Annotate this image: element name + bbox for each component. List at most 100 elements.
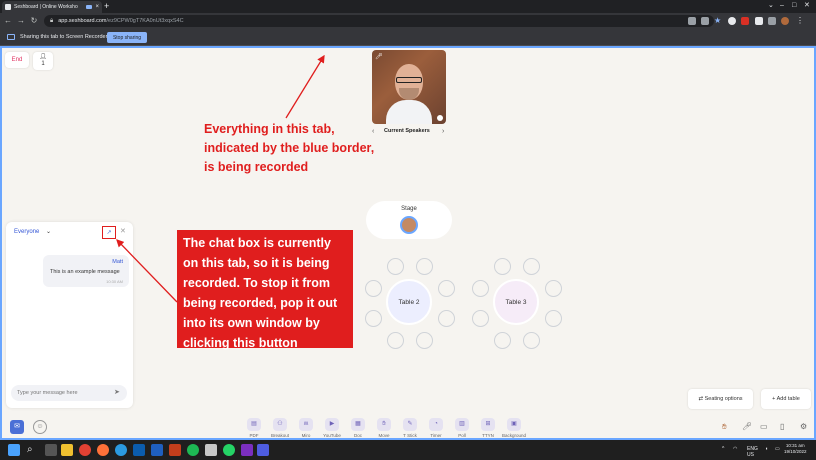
tool-miro[interactable]: ʍ Miro [294,418,318,438]
seat[interactable] [545,310,562,327]
extensions-puzzle-icon[interactable] [755,17,763,25]
seat[interactable] [523,332,540,349]
seat[interactable] [387,332,404,349]
tool-timer[interactable]: ◔ Timer [424,418,448,438]
task-view-icon[interactable] [45,444,57,456]
settings-gear-icon[interactable]: ⚙ [800,422,807,431]
chevron-down-icon[interactable]: ⌄ [768,1,774,11]
participants-button[interactable]: 👤︎ 1 [33,52,53,70]
speaker-status-icon [437,115,443,121]
browser-tab[interactable]: Seshboard | Online Worksho × [2,1,102,13]
chevron-down-icon[interactable]: ⌄ [46,228,51,235]
menu-kebab-icon[interactable]: ⋮ [796,17,804,25]
tool-poll[interactable]: ▥ Poll [450,418,474,438]
seat[interactable] [416,258,433,275]
screen-share-icon [7,34,15,40]
tab-close-icon[interactable]: × [95,4,99,10]
wifi-icon[interactable]: ◠ [733,446,737,452]
tab-title: Seshboard | Online Worksho [14,4,78,10]
seat[interactable] [438,280,455,297]
popout-icon[interactable]: ↗ [102,226,116,239]
chat-message-input[interactable] [11,385,127,401]
window-close-icon[interactable]: ✕ [804,1,810,11]
tool-doc[interactable]: ▦ Doc [346,418,370,438]
emoji-icon[interactable]: ☺ [33,420,47,434]
media-icon[interactable] [768,17,776,25]
seat[interactable] [472,310,489,327]
spotify-icon[interactable] [187,444,199,456]
chat-toggle-icon[interactable]: ✉ [10,420,24,434]
chat-close-icon[interactable]: ✕ [120,227,126,235]
windows-start-icon[interactable] [8,444,20,456]
system-clock[interactable]: 10:31 am 19/10/2022 [784,443,807,455]
tray-chevron-icon[interactable]: ^ [722,446,724,452]
seat[interactable] [365,280,382,297]
tool-tstick[interactable]: ✎ T Stick [398,418,422,438]
seat[interactable] [365,310,382,327]
extension-red-icon[interactable] [741,17,749,25]
notepad-icon[interactable] [205,444,217,456]
video-icon[interactable]: ▯ [780,422,784,431]
chat-panel: Everyone ⌄ ↗ ✕ Matt This is an example m… [6,222,133,408]
screen-share-icon[interactable]: ▭ [760,422,768,431]
seating-options-button[interactable]: ⇄ Seating options [688,389,753,409]
next-speaker-icon[interactable]: › [442,128,444,135]
tool-youtube[interactable]: ▶ YouTube [320,418,344,438]
share-icon[interactable] [701,17,709,25]
seat[interactable] [416,332,433,349]
raise-hand-icon[interactable]: ✋︎ [722,422,727,432]
powerpoint-icon[interactable] [169,444,181,456]
reload-icon[interactable]: ↻ [29,15,39,27]
whatsapp-icon[interactable] [223,444,235,456]
stage-area[interactable]: Stage [366,201,452,239]
chrome-icon[interactable] [79,444,91,456]
tool-breakout[interactable]: ⚇ Breakout [268,418,292,438]
tool-move[interactable]: ✋︎ Move [372,418,396,438]
edge-icon[interactable] [115,444,127,456]
search-icon[interactable]: ⌕ [27,444,39,456]
tool-pdf[interactable]: ▤ PDF [242,418,266,438]
microphone-icon[interactable]: 🎤︎ [742,422,752,431]
tstick-icon: ✎ [403,418,417,431]
new-tab-icon[interactable]: + [104,1,109,12]
bookmark-star-icon[interactable]: ★ [714,17,722,25]
minimize-icon[interactable]: – [780,1,784,11]
teams-icon[interactable] [257,444,269,456]
browser-tab-strip: Seshboard | Online Worksho × + ⌄ – □ ✕ [0,0,816,13]
volume-icon[interactable]: ◖ [765,446,768,452]
forward-icon[interactable]: → [16,15,26,27]
address-bar[interactable]: 🔒︎ app.seshboard.com /ez9CPW0gT7KA0nUt3x… [44,15,714,27]
onenote-icon[interactable] [241,444,253,456]
back-icon[interactable]: ← [3,15,13,27]
seat[interactable] [438,310,455,327]
end-button[interactable]: End [5,52,29,68]
battery-icon[interactable]: ▭ [775,446,780,452]
chat-audience-select[interactable]: Everyone [14,229,39,235]
stop-sharing-button[interactable]: Stop sharing [107,32,147,43]
language-indicator[interactable]: ENG US [747,446,758,458]
file-explorer-icon[interactable] [61,444,73,456]
add-table-button[interactable]: + Add table [761,389,811,409]
profile-avatar[interactable] [781,17,789,25]
word-icon[interactable] [151,444,163,456]
table-2[interactable]: Table 2 [386,279,432,325]
timer-icon: ◔ [429,418,443,431]
seat[interactable] [472,280,489,297]
tool-background[interactable]: ▣ Background [502,418,526,438]
seat[interactable] [494,258,511,275]
seat[interactable] [387,258,404,275]
seat[interactable] [523,258,540,275]
message-author: Matt [112,259,123,265]
table-3[interactable]: Table 3 [493,279,539,325]
maximize-icon[interactable]: □ [792,1,796,11]
stage-avatar[interactable] [400,216,418,234]
extension-icon[interactable] [728,17,736,25]
cast-icon[interactable] [688,17,696,25]
speaker-video[interactable]: 🎤︎ [372,50,446,124]
seat[interactable] [494,332,511,349]
seat[interactable] [545,280,562,297]
tool-ttyn[interactable]: ⊞ TTYN [476,418,500,438]
firefox-icon[interactable] [97,444,109,456]
send-icon[interactable]: ➤ [114,388,120,396]
outlook-icon[interactable] [133,444,145,456]
